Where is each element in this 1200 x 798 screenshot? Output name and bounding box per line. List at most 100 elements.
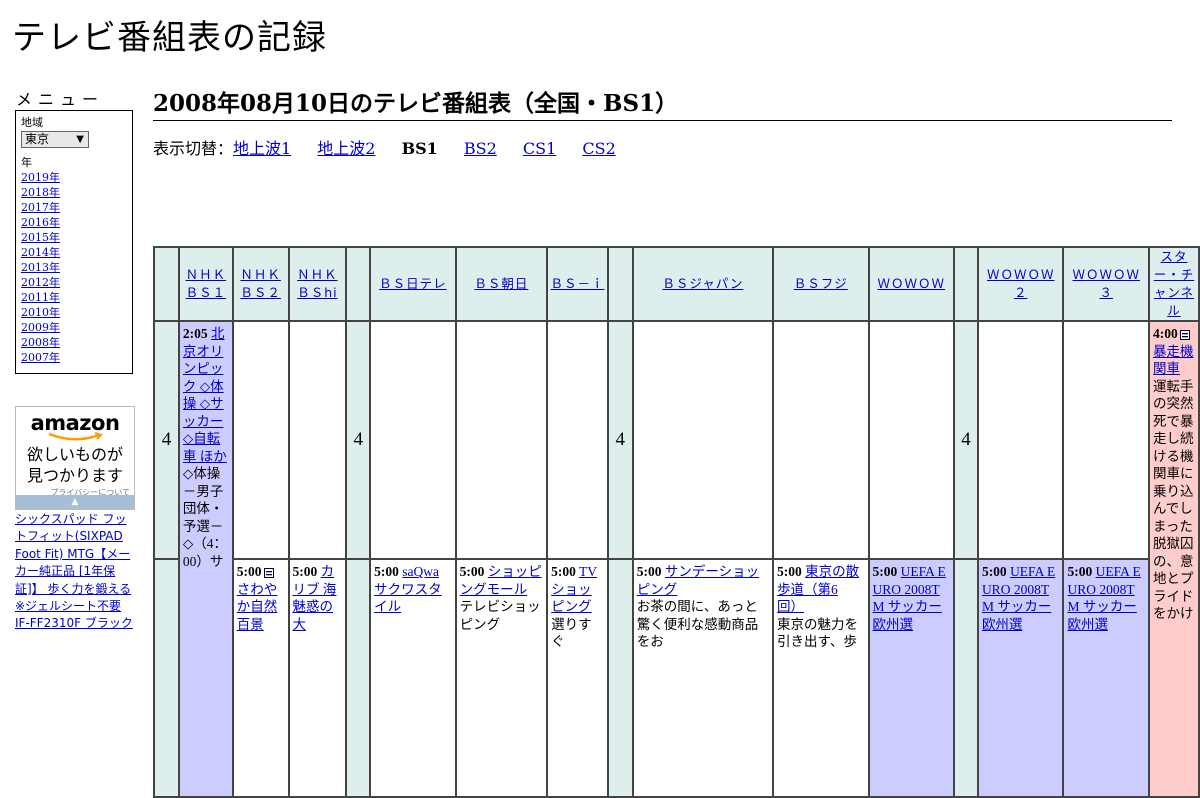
- hour-header: [345, 246, 372, 322]
- channel-header: ＷＯＷＯＷ３: [1062, 246, 1150, 322]
- channel-link[interactable]: ＢＳジャパン: [662, 276, 743, 291]
- program-cell-empty: [771, 320, 870, 560]
- switch-current-bs1: BS1: [401, 139, 438, 158]
- channel-header: ＢＳ日テレ: [369, 246, 457, 322]
- channel-link[interactable]: ＢＳ日テレ: [379, 276, 447, 291]
- switch-label: 表示切替：: [153, 139, 234, 158]
- program-description: お茶の間に、あっと驚く便利な感動商品をお: [636, 599, 759, 649]
- channel-header: スター・チャンネル: [1147, 246, 1200, 322]
- program-cell-empty: [546, 320, 609, 560]
- year-link[interactable]: 2016年: [21, 215, 127, 230]
- subtitle-icon: [263, 567, 274, 578]
- program-time: 5:00: [636, 564, 662, 579]
- amazon-logo: amazon: [30, 411, 120, 435]
- program-cell: 5:00 ショッピングモール テレビショッピング: [454, 558, 549, 798]
- hour-label: 4: [953, 320, 979, 560]
- ad-collapse-icon[interactable]: ▲: [16, 495, 134, 509]
- hour-label-next: [606, 558, 634, 798]
- program-time: 5:00: [292, 564, 318, 579]
- menu-panel: 地域 東京 ▼ 年 2019年 2018年 2017年 2016年 2015年 …: [15, 110, 133, 374]
- hour-label: 4: [606, 320, 634, 560]
- program-description: 選りすぐ: [551, 616, 592, 650]
- year-link[interactable]: 2008年: [21, 335, 127, 350]
- channel-link[interactable]: ＷＯＷＯＷ３: [1072, 267, 1140, 300]
- program-time: 5:00: [551, 564, 576, 579]
- switch-link-bs2[interactable]: BS2: [464, 139, 497, 158]
- program-time: 5:00: [1067, 564, 1093, 579]
- program-cell-empty: [631, 320, 774, 560]
- program-time: 2:05: [182, 326, 208, 341]
- region-select[interactable]: 東京 ▼: [21, 131, 89, 148]
- program-cell-empty: [867, 320, 956, 560]
- program-title-link[interactable]: 北京オリンピック ◇体操 ◇サッカー ◇自転車 ほか: [183, 326, 227, 464]
- program-time: 5:00: [374, 564, 399, 579]
- channel-link[interactable]: ＢＳ朝日: [474, 276, 528, 291]
- hour-row: 5:00 さわやか自然百景 5:00 カリブ 海 魅惑の大 5:00 saQwa…: [153, 558, 1199, 798]
- program-cell: 5:00 サンデーショッピング お茶の間に、あっと驚く便利な感動商品をお: [631, 558, 774, 798]
- product-link[interactable]: シックスパッド フットフィット(SIXPAD Foot Fit) MTG【メーカ…: [15, 511, 137, 633]
- channel-link[interactable]: ＮＨＫ ＢＳhi: [297, 267, 338, 300]
- site-title: テレビ番組表の記録: [12, 18, 327, 58]
- switch-link-terrestrial-2[interactable]: 地上波2: [317, 139, 375, 158]
- year-link[interactable]: 2018年: [21, 185, 127, 200]
- hour-header: [606, 246, 634, 322]
- switch-link-terrestrial-1[interactable]: 地上波1: [233, 139, 291, 158]
- year-link[interactable]: 2010年: [21, 305, 127, 320]
- year-link[interactable]: 2015年: [21, 230, 127, 245]
- program-description: ◇体操 －男子団体・予選－ ◇（4：00）サ: [182, 466, 228, 569]
- ad-tagline: 欲しいものが: [26, 445, 123, 464]
- program-description: 東京の魅力を引き出す、歩: [776, 616, 858, 650]
- switch-link-cs2[interactable]: CS2: [582, 139, 615, 158]
- channel-link[interactable]: ＷＯＷＯＷ: [878, 276, 946, 291]
- program-time: 5:00: [236, 564, 262, 579]
- channel-link[interactable]: ＢＳ－ｉ: [551, 276, 605, 291]
- program-time: 5:00: [872, 564, 898, 579]
- program-cell-empty: [287, 320, 348, 560]
- channel-link[interactable]: ＮＨＫＢＳ２: [240, 267, 281, 300]
- hour-header: [953, 246, 979, 322]
- channel-header: ＮＨＫＢＳ１: [177, 246, 234, 322]
- channel-header: ＮＨＫＢＳ２: [231, 246, 290, 322]
- year-link[interactable]: 2019年: [21, 170, 127, 185]
- hour-header: [153, 246, 180, 322]
- year-link[interactable]: 2017年: [21, 200, 127, 215]
- channel-header: ＢＳ朝日: [454, 246, 549, 322]
- subtitle-icon: [1179, 329, 1190, 340]
- program-description: 運転手の突然死で暴走し続ける機関車に乗り込んでしまった脱獄囚の、意地とプライドを…: [1152, 378, 1194, 622]
- year-label: 年: [21, 156, 32, 169]
- program-time: 4:00: [1152, 326, 1178, 341]
- program-cell-empty: [1062, 320, 1150, 560]
- program-title-link[interactable]: さわやか自然百景: [237, 582, 278, 632]
- program-cell: 5:00 UEFA EURO 2008TM サッカー欧州選: [1062, 558, 1150, 798]
- year-link[interactable]: 2013年: [21, 260, 127, 275]
- year-link[interactable]: 2012年: [21, 275, 127, 290]
- year-link[interactable]: 2007年: [21, 350, 127, 365]
- program-cell: 5:00 カリブ 海 魅惑の大: [287, 558, 348, 798]
- year-link[interactable]: 2011年: [21, 290, 127, 305]
- ad-tagline: 見つかります: [26, 466, 123, 485]
- program-cell: 4:00 暴走機関車 運転手の突然死で暴走し続ける機関車に乗り込んでしまった脱獄…: [1147, 320, 1200, 798]
- year-link[interactable]: 2009年: [21, 320, 127, 335]
- channel-link[interactable]: スター・チャンネル: [1154, 249, 1195, 318]
- channel-header: ＮＨＫ ＢＳhi: [287, 246, 348, 322]
- channel-link[interactable]: ＢＳフジ: [794, 276, 848, 291]
- program-time: 5:00: [459, 564, 485, 579]
- view-switcher: 表示切替：地上波1 地上波2 BS1 BS2 CS1 CS2: [153, 135, 637, 159]
- program-time: 5:00: [776, 564, 802, 579]
- program-cell-empty: [369, 320, 457, 560]
- channel-header: ＢＳフジ: [771, 246, 870, 322]
- year-link[interactable]: 2014年: [21, 245, 127, 260]
- channel-link[interactable]: ＮＨＫＢＳ１: [186, 267, 227, 300]
- program-cell: 2:05 北京オリンピック ◇体操 ◇サッカー ◇自転車 ほか ◇体操 －男子団…: [177, 320, 234, 798]
- program-time: 5:00: [981, 564, 1007, 579]
- hour-label-next: [345, 558, 372, 798]
- year-list: 2019年 2018年 2017年 2016年 2015年 2014年 2013…: [21, 170, 127, 365]
- menu-title: メニュー: [16, 90, 105, 109]
- channel-header: ＢＳ－ｉ: [546, 246, 609, 322]
- channel-header-row: ＮＨＫＢＳ１ ＮＨＫＢＳ２ ＮＨＫ ＢＳhi ＢＳ日テレ ＢＳ朝日 ＢＳ－ｉ Ｂ…: [153, 246, 1200, 322]
- amazon-ad-banner[interactable]: amazon 欲しいものが 見つかります プライバシーについて ▲: [15, 406, 135, 510]
- hour-label-next: [953, 558, 979, 798]
- channel-link[interactable]: ＷＯＷＯＷ２: [987, 267, 1055, 300]
- program-title-link[interactable]: 暴走機関車: [1153, 344, 1194, 377]
- switch-link-cs1[interactable]: CS1: [523, 139, 556, 158]
